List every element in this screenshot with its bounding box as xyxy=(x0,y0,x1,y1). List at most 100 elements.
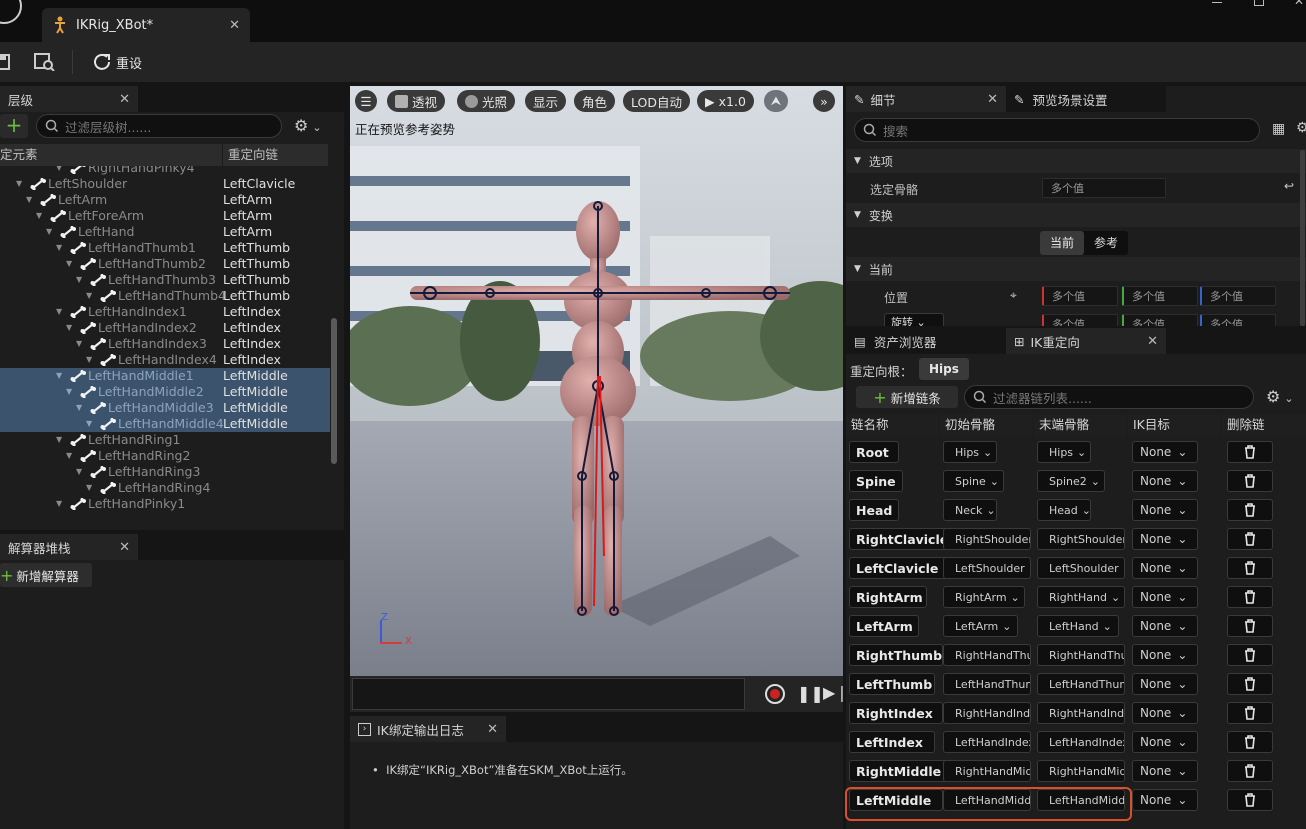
expand-arrow-icon[interactable]: ▼ xyxy=(56,166,62,176)
start-bone-dropdown[interactable]: RightHandIndex1⌄ xyxy=(943,702,1031,724)
ue-logo-icon[interactable] xyxy=(0,0,22,24)
delete-chain-button[interactable] xyxy=(1227,528,1273,550)
tree-row[interactable]: ▼ LeftHandIndex4 LeftIndex xyxy=(0,352,330,368)
ik-goal-dropdown[interactable]: None ⌄ xyxy=(1132,673,1198,695)
start-bone-dropdown[interactable]: RightHandThumb1⌄ xyxy=(943,644,1031,666)
close-ik-retarget-icon[interactable]: ✕ xyxy=(1147,334,1158,349)
delete-chain-button[interactable] xyxy=(1227,586,1273,608)
close-log-icon[interactable]: ✕ xyxy=(487,722,498,737)
character-button[interactable]: 角色 xyxy=(574,90,616,112)
col-ik-goal[interactable]: IK目标 xyxy=(1128,414,1220,436)
hierarchy-settings-button[interactable]: ⚙ ⌄ xyxy=(294,116,322,135)
end-bone-dropdown[interactable]: RightHandThumb4⌄ xyxy=(1037,644,1125,666)
hierarchy-scrollbar[interactable] xyxy=(331,318,337,464)
tree-row[interactable]: ▼ RightHandPinky4 xyxy=(0,166,330,176)
pause-button[interactable]: ❚❚ xyxy=(797,684,824,703)
chain-name[interactable]: Head xyxy=(849,499,899,521)
end-bone-dropdown[interactable]: RightShoulder⌄ xyxy=(1037,528,1125,550)
minimize-icon[interactable] xyxy=(1212,2,1222,3)
hierarchy-tab[interactable]: 层级 ✕ xyxy=(0,86,138,112)
details-scrollbar[interactable] xyxy=(1300,150,1305,326)
expand-arrow-icon[interactable]: ▼ xyxy=(76,272,82,288)
tree-row[interactable]: ▼ LeftHandRing1 xyxy=(0,432,330,448)
close-tab-icon[interactable]: ✕ xyxy=(229,18,240,33)
expand-arrow-icon[interactable]: ▼ xyxy=(56,368,62,384)
expand-arrow-icon[interactable]: ▼ xyxy=(56,496,62,512)
delete-chain-button[interactable] xyxy=(1227,470,1273,492)
log-tab[interactable]: › IK绑定输出日志 ✕ xyxy=(350,716,506,742)
tree-row[interactable]: ▼ LeftShoulder LeftClavicle xyxy=(0,176,330,192)
close-details-icon[interactable]: ✕ xyxy=(987,92,998,107)
delete-chain-button[interactable] xyxy=(1227,499,1273,521)
reset-to-default-icon[interactable]: ↩ xyxy=(1284,179,1294,193)
expand-arrow-icon[interactable]: ▼ xyxy=(86,352,92,368)
current-toggle[interactable]: 当前 xyxy=(1040,231,1084,255)
details-settings-icon[interactable]: ⚙ xyxy=(1296,120,1306,136)
chain-name[interactable]: RightMiddle xyxy=(849,760,951,782)
preview-settings-tab[interactable]: ✎ 预览场景设置 xyxy=(1006,86,1166,112)
tree-row[interactable]: ▼ LeftHandRing2 xyxy=(0,448,330,464)
col-chain-name[interactable]: 链名称 xyxy=(846,414,938,436)
chain-name[interactable]: RightThumb xyxy=(849,644,943,666)
rotation-y[interactable]: 多个值 xyxy=(1122,314,1198,326)
rotation-dropdown[interactable]: 旋转 ⌄ xyxy=(884,313,944,326)
root-bone-value[interactable]: Hips xyxy=(919,358,969,380)
delete-chain-button[interactable] xyxy=(1227,760,1273,782)
viewport[interactable]: 正在预览参考姿势 Z X xyxy=(350,86,843,676)
table-view-icon[interactable]: ▦ xyxy=(1272,121,1285,137)
asset-browser-tab[interactable]: ▤ 资产浏览器 xyxy=(846,328,1006,354)
expand-arrow-icon[interactable]: ▼ xyxy=(66,320,72,336)
start-bone-dropdown[interactable]: RightHandMiddle1⌄ xyxy=(943,760,1031,782)
ik-retarget-tab[interactable]: ⊞ IK重定向 ✕ xyxy=(1006,328,1166,354)
col-end-bone[interactable]: 末端骨骼 xyxy=(1034,414,1126,436)
chain-filter-search[interactable]: 过滤器链列表...... xyxy=(964,385,1254,409)
close-window-icon[interactable]: ✕ xyxy=(1294,0,1304,8)
tree-row[interactable]: ▼ LeftArm LeftArm xyxy=(0,192,330,208)
position-gizmo-icon[interactable]: ⌖ xyxy=(1010,288,1017,303)
end-bone-dropdown[interactable]: Hips ⌄ xyxy=(1037,441,1091,463)
save-icon[interactable] xyxy=(0,54,10,70)
expand-arrow-icon[interactable]: ▼ xyxy=(16,176,22,192)
expand-arrow-icon[interactable]: ▼ xyxy=(66,448,72,464)
col-element-header[interactable]: 定元素 xyxy=(0,144,38,166)
delete-chain-button[interactable] xyxy=(1227,673,1273,695)
position-x[interactable]: 多个值 xyxy=(1042,286,1118,306)
start-bone-dropdown[interactable]: Neck ⌄ xyxy=(943,499,997,521)
start-bone-dropdown[interactable]: Hips ⌄ xyxy=(943,441,997,463)
end-bone-dropdown[interactable]: LeftHand ⌄ xyxy=(1037,615,1119,637)
end-bone-dropdown[interactable]: RightHandMiddle4⌄ xyxy=(1037,760,1125,782)
start-bone-dropdown[interactable]: RightShoulder⌄ xyxy=(943,528,1031,550)
lod-button[interactable]: LOD自动 xyxy=(623,90,690,112)
play-speed-button[interactable]: ▶ x1.0 xyxy=(697,90,754,112)
add-element-button[interactable]: + xyxy=(0,114,28,138)
expand-arrow-icon[interactable]: ▼ xyxy=(76,336,82,352)
chain-name[interactable]: RightIndex xyxy=(849,702,943,724)
end-bone-dropdown[interactable]: RightHand ⌄ xyxy=(1037,586,1125,608)
tree-row[interactable]: ▼ LeftHandPinky1 xyxy=(0,496,330,512)
tree-row[interactable]: ▼ LeftForeArm LeftArm xyxy=(0,208,330,224)
maximize-icon[interactable] xyxy=(1254,0,1264,6)
rotation-z[interactable]: 多个值 xyxy=(1200,314,1276,326)
col-start-bone[interactable]: 初始骨骼 xyxy=(940,414,1032,436)
expand-arrow-icon[interactable]: ▼ xyxy=(56,304,62,320)
delete-chain-button[interactable] xyxy=(1227,441,1273,463)
tree-row[interactable]: ▼ LeftHandMiddle4 LeftMiddle xyxy=(0,416,330,432)
reference-toggle[interactable]: 参考 xyxy=(1084,231,1128,255)
browse-asset-icon[interactable] xyxy=(34,53,56,71)
end-bone-dropdown[interactable]: LeftHandIndex4⌄ xyxy=(1037,731,1125,753)
chain-settings-button[interactable]: ⚙ ⌄ xyxy=(1266,387,1294,406)
start-bone-dropdown[interactable]: LeftHandIndex1⌄ xyxy=(943,731,1031,753)
tree-row[interactable]: ▼ LeftHandThumb3 LeftThumb xyxy=(0,272,330,288)
delete-chain-button[interactable] xyxy=(1227,731,1273,753)
start-bone-dropdown[interactable]: RightArm ⌄ xyxy=(943,586,1025,608)
expand-arrow-icon[interactable]: ▼ xyxy=(66,384,72,400)
expand-arrow-icon[interactable]: ▼ xyxy=(26,192,32,208)
step-forward-button[interactable]: ▶❘ xyxy=(823,683,849,702)
position-z[interactable]: 多个值 xyxy=(1200,286,1276,306)
details-tab[interactable]: ✎ 细节 ✕ xyxy=(846,86,1006,112)
start-bone-dropdown[interactable]: LeftShoulder ⌄ xyxy=(943,557,1031,579)
end-bone-dropdown[interactable]: Spine2 ⌄ xyxy=(1037,470,1105,492)
tree-row[interactable]: ▼ LeftHandMiddle2 LeftMiddle xyxy=(0,384,330,400)
ik-goal-dropdown[interactable]: None ⌄ xyxy=(1132,789,1198,811)
tree-row[interactable]: ▼ LeftHandMiddle1 LeftMiddle xyxy=(0,368,330,384)
